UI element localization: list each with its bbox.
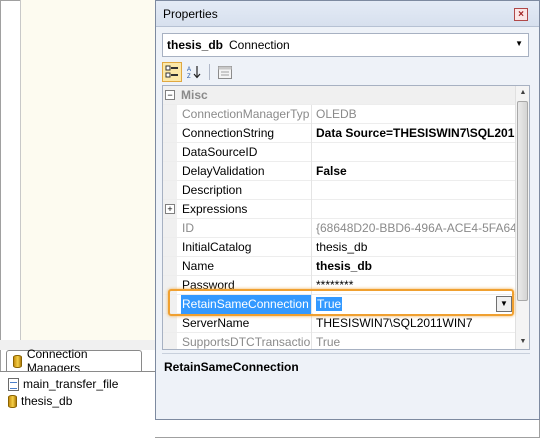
property-row-retainsameconnection[interactable]: RetainSameConnection True ▼ bbox=[163, 295, 515, 314]
property-value: OLEDB bbox=[316, 107, 357, 121]
property-row-connectionmanagertype[interactable]: ConnectionManagerTyp OLEDB bbox=[163, 105, 515, 124]
object-selector-dropdown[interactable]: thesis_db Connection ▼ bbox=[162, 33, 529, 57]
property-row-datasourceid[interactable]: DataSourceID bbox=[163, 143, 515, 162]
property-value[interactable]: thesis_db bbox=[313, 257, 515, 276]
property-name: DataSourceID bbox=[181, 143, 312, 162]
property-name: ID bbox=[181, 219, 312, 238]
list-item-main-transfer-file[interactable]: main_transfer_file bbox=[8, 377, 118, 391]
property-row-id[interactable]: ID {68648D20-BBD6-496A-ACE4-5FA64FF bbox=[163, 219, 515, 238]
design-surface-divider bbox=[20, 0, 21, 340]
alphabetical-sort-button[interactable]: A Z bbox=[184, 62, 204, 82]
tab-connection-managers[interactable]: Connection Managers bbox=[6, 347, 142, 375]
property-row-description[interactable]: Description bbox=[163, 181, 515, 200]
property-grid: − Misc ConnectionManagerTyp OLEDB Connec… bbox=[162, 85, 530, 350]
property-row-name[interactable]: Name thesis_db bbox=[163, 257, 515, 276]
property-row-expressions[interactable]: + Expressions bbox=[163, 200, 515, 219]
properties-toolbar: A Z bbox=[162, 61, 529, 83]
property-name: ServerName bbox=[181, 314, 312, 333]
properties-title-bar: Properties × bbox=[156, 1, 539, 27]
property-row-connectionstring[interactable]: ConnectionString Data Source=THESISWIN7\… bbox=[163, 124, 515, 143]
property-name: RetainSameConnection bbox=[181, 295, 312, 314]
categorized-icon bbox=[165, 65, 178, 78]
property-name: Name bbox=[181, 257, 312, 276]
property-row-supportsdtctransactions[interactable]: SupportsDTCTransaction True bbox=[163, 333, 515, 349]
property-row-delayvalidation[interactable]: DelayValidation False bbox=[163, 162, 515, 181]
property-value[interactable]: ******** bbox=[313, 276, 515, 295]
database-icon bbox=[8, 394, 17, 408]
list-item-thesis-db[interactable]: thesis_db bbox=[8, 394, 72, 408]
property-row-servername[interactable]: ServerName THESISWIN7\SQL2011WIN7 bbox=[163, 314, 515, 333]
object-name: thesis_db bbox=[167, 38, 224, 52]
list-item-label: thesis_db bbox=[21, 394, 73, 408]
list-item-label: main_transfer_file bbox=[23, 377, 119, 391]
svg-text:Z: Z bbox=[187, 74, 191, 79]
scrollbar-thumb[interactable] bbox=[517, 101, 528, 301]
property-value[interactable] bbox=[313, 200, 515, 219]
property-name: ConnectionString bbox=[181, 124, 312, 143]
property-name: DelayValidation bbox=[181, 162, 312, 181]
chevron-down-icon: ▼ bbox=[515, 39, 523, 48]
property-value[interactable]: Data Source=THESISWIN7\SQL201 bbox=[313, 124, 515, 143]
vertical-scrollbar[interactable]: ▲ ▼ bbox=[515, 86, 529, 349]
property-value[interactable]: thesis_db bbox=[313, 238, 515, 257]
property-pages-button[interactable] bbox=[215, 62, 235, 82]
property-value: {68648D20-BBD6-496A-ACE4-5FA64FF bbox=[316, 221, 515, 235]
category-label: Misc bbox=[181, 88, 208, 102]
property-name: InitialCatalog bbox=[181, 238, 312, 257]
properties-title: Properties bbox=[163, 7, 218, 21]
database-icon bbox=[13, 354, 22, 368]
property-pages-icon bbox=[218, 65, 232, 79]
property-value[interactable] bbox=[313, 143, 515, 162]
property-value-editor[interactable]: True ▼ bbox=[313, 295, 515, 314]
properties-window: Properties × thesis_db Connection ▼ A Z bbox=[155, 0, 540, 420]
property-value: True bbox=[316, 335, 341, 349]
collapse-icon[interactable]: − bbox=[165, 90, 175, 100]
expand-icon[interactable]: + bbox=[165, 204, 175, 214]
property-name: Description bbox=[181, 181, 312, 200]
object-type: Connection bbox=[229, 38, 290, 52]
property-name: Password bbox=[181, 276, 312, 295]
description-pane: RetainSameConnection bbox=[162, 353, 530, 416]
property-value[interactable]: False bbox=[313, 162, 515, 181]
scroll-down-arrow-icon[interactable]: ▼ bbox=[516, 335, 529, 349]
property-name: ConnectionManagerTyp bbox=[181, 105, 312, 124]
property-name: SupportsDTCTransaction bbox=[181, 333, 312, 349]
property-value[interactable] bbox=[313, 181, 515, 200]
property-value[interactable]: THESISWIN7\SQL2011WIN7 bbox=[313, 314, 515, 333]
flat-file-icon bbox=[8, 377, 19, 391]
property-name: Expressions bbox=[181, 200, 312, 219]
property-row-initialcatalog[interactable]: InitialCatalog thesis_db bbox=[163, 238, 515, 257]
sort-az-icon: A Z bbox=[187, 66, 201, 79]
connection-managers-list: main_transfer_file thesis_db bbox=[0, 372, 155, 438]
categorized-view-button[interactable] bbox=[162, 62, 182, 82]
toolbar-separator bbox=[209, 64, 210, 80]
property-row-password[interactable]: Password ******** bbox=[163, 276, 515, 295]
property-value: True bbox=[316, 297, 343, 311]
description-title: RetainSameConnection bbox=[164, 360, 299, 374]
svg-text:A: A bbox=[187, 67, 191, 73]
design-surface-background bbox=[21, 0, 155, 340]
chevron-down-icon[interactable]: ▼ bbox=[496, 296, 512, 312]
close-icon[interactable]: × bbox=[514, 8, 528, 21]
scroll-up-arrow-icon[interactable]: ▲ bbox=[516, 86, 529, 100]
category-row-misc[interactable]: − Misc bbox=[163, 86, 515, 105]
